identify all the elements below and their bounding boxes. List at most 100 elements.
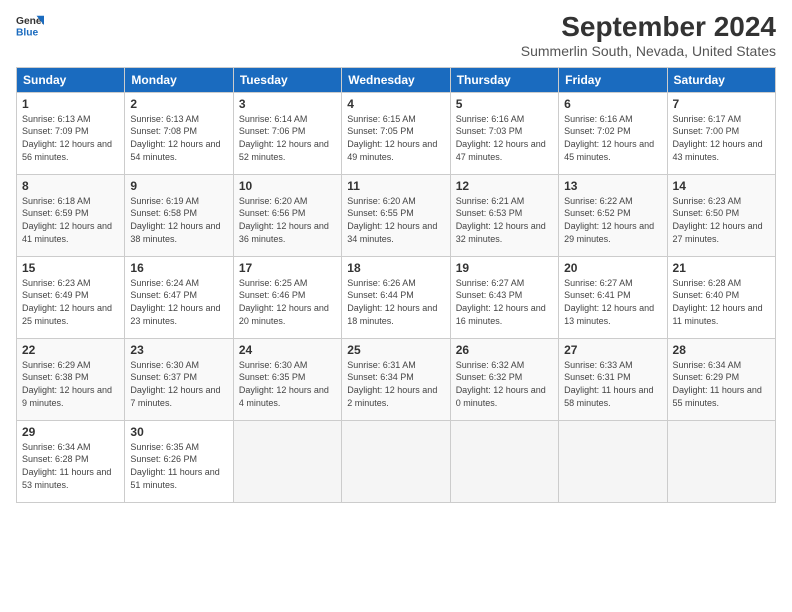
calendar-cell: 3 Sunrise: 6:14 AMSunset: 7:06 PMDaylight…	[233, 92, 341, 174]
day-info: Sunrise: 6:14 AMSunset: 7:06 PMDaylight:…	[239, 113, 336, 163]
day-info: Sunrise: 6:30 AMSunset: 6:37 PMDaylight:…	[130, 359, 227, 409]
day-info: Sunrise: 6:35 AMSunset: 6:26 PMDaylight:…	[130, 441, 227, 491]
day-info: Sunrise: 6:27 AMSunset: 6:41 PMDaylight:…	[564, 277, 661, 327]
header: General Blue September 2024 Summerlin So…	[16, 12, 776, 59]
day-info: Sunrise: 6:21 AMSunset: 6:53 PMDaylight:…	[456, 195, 553, 245]
day-number: 27	[564, 343, 661, 357]
week-row-3: 15 Sunrise: 6:23 AMSunset: 6:49 PMDayligh…	[17, 256, 776, 338]
calendar-cell: 8 Sunrise: 6:18 AMSunset: 6:59 PMDaylight…	[17, 174, 125, 256]
calendar-cell: 20 Sunrise: 6:27 AMSunset: 6:41 PMDayligh…	[559, 256, 667, 338]
calendar-cell: 7 Sunrise: 6:17 AMSunset: 7:00 PMDaylight…	[667, 92, 775, 174]
day-number: 21	[673, 261, 770, 275]
day-info: Sunrise: 6:19 AMSunset: 6:58 PMDaylight:…	[130, 195, 227, 245]
day-info: Sunrise: 6:13 AMSunset: 7:08 PMDaylight:…	[130, 113, 227, 163]
calendar-table: SundayMondayTuesdayWednesdayThursdayFrid…	[16, 67, 776, 503]
column-header-saturday: Saturday	[667, 67, 775, 92]
day-number: 26	[456, 343, 553, 357]
calendar-cell: 21 Sunrise: 6:28 AMSunset: 6:40 PMDayligh…	[667, 256, 775, 338]
calendar-cell	[559, 420, 667, 502]
day-number: 28	[673, 343, 770, 357]
calendar-cell: 22 Sunrise: 6:29 AMSunset: 6:38 PMDayligh…	[17, 338, 125, 420]
day-info: Sunrise: 6:34 AMSunset: 6:28 PMDaylight:…	[22, 441, 119, 491]
day-info: Sunrise: 6:17 AMSunset: 7:00 PMDaylight:…	[673, 113, 770, 163]
calendar-cell: 26 Sunrise: 6:32 AMSunset: 6:32 PMDayligh…	[450, 338, 558, 420]
column-header-friday: Friday	[559, 67, 667, 92]
day-info: Sunrise: 6:29 AMSunset: 6:38 PMDaylight:…	[22, 359, 119, 409]
day-info: Sunrise: 6:20 AMSunset: 6:55 PMDaylight:…	[347, 195, 444, 245]
logo: General Blue	[16, 12, 44, 40]
calendar-cell	[233, 420, 341, 502]
day-number: 7	[673, 97, 770, 111]
day-number: 20	[564, 261, 661, 275]
day-info: Sunrise: 6:16 AMSunset: 7:02 PMDaylight:…	[564, 113, 661, 163]
calendar-cell: 6 Sunrise: 6:16 AMSunset: 7:02 PMDaylight…	[559, 92, 667, 174]
calendar-cell: 18 Sunrise: 6:26 AMSunset: 6:44 PMDayligh…	[342, 256, 450, 338]
calendar-cell: 25 Sunrise: 6:31 AMSunset: 6:34 PMDayligh…	[342, 338, 450, 420]
day-number: 19	[456, 261, 553, 275]
day-number: 18	[347, 261, 444, 275]
day-info: Sunrise: 6:23 AMSunset: 6:50 PMDaylight:…	[673, 195, 770, 245]
svg-text:Blue: Blue	[16, 27, 39, 38]
calendar-cell: 10Sunrise: 6:20 AMSunset: 6:56 PMDayligh…	[233, 174, 341, 256]
day-number: 25	[347, 343, 444, 357]
week-row-1: 1 Sunrise: 6:13 AMSunset: 7:09 PMDaylight…	[17, 92, 776, 174]
calendar-cell: 27Sunrise: 6:33 AMSunset: 6:31 PMDayligh…	[559, 338, 667, 420]
calendar-cell	[667, 420, 775, 502]
day-number: 9	[130, 179, 227, 193]
calendar-cell: 4Sunrise: 6:15 AMSunset: 7:05 PMDaylight…	[342, 92, 450, 174]
calendar-cell: 23 Sunrise: 6:30 AMSunset: 6:37 PMDayligh…	[125, 338, 233, 420]
day-number: 30	[130, 425, 227, 439]
calendar-cell: 14Sunrise: 6:23 AMSunset: 6:50 PMDayligh…	[667, 174, 775, 256]
day-number: 24	[239, 343, 336, 357]
day-info: Sunrise: 6:22 AMSunset: 6:52 PMDaylight:…	[564, 195, 661, 245]
day-info: Sunrise: 6:18 AMSunset: 6:59 PMDaylight:…	[22, 195, 119, 245]
day-info: Sunrise: 6:13 AMSunset: 7:09 PMDaylight:…	[22, 113, 119, 163]
day-info: Sunrise: 6:30 AMSunset: 6:35 PMDaylight:…	[239, 359, 336, 409]
calendar-cell: 12 Sunrise: 6:21 AMSunset: 6:53 PMDayligh…	[450, 174, 558, 256]
week-row-5: 29 Sunrise: 6:34 AMSunset: 6:28 PMDayligh…	[17, 420, 776, 502]
calendar-cell: 28Sunrise: 6:34 AMSunset: 6:29 PMDayligh…	[667, 338, 775, 420]
day-info: Sunrise: 6:32 AMSunset: 6:32 PMDaylight:…	[456, 359, 553, 409]
day-info: Sunrise: 6:25 AMSunset: 6:46 PMDaylight:…	[239, 277, 336, 327]
page: General Blue September 2024 Summerlin So…	[0, 0, 792, 612]
month-title: September 2024	[521, 12, 776, 43]
header-row: SundayMondayTuesdayWednesdayThursdayFrid…	[17, 67, 776, 92]
calendar-cell: 9 Sunrise: 6:19 AMSunset: 6:58 PMDaylight…	[125, 174, 233, 256]
calendar-cell: 2 Sunrise: 6:13 AMSunset: 7:08 PMDaylight…	[125, 92, 233, 174]
day-number: 16	[130, 261, 227, 275]
day-number: 11	[347, 179, 444, 193]
location-subtitle: Summerlin South, Nevada, United States	[521, 43, 776, 59]
day-info: Sunrise: 6:15 AMSunset: 7:05 PMDaylight:…	[347, 113, 444, 163]
day-number: 29	[22, 425, 119, 439]
day-number: 12	[456, 179, 553, 193]
day-number: 8	[22, 179, 119, 193]
day-number: 5	[456, 97, 553, 111]
day-number: 17	[239, 261, 336, 275]
day-info: Sunrise: 6:27 AMSunset: 6:43 PMDaylight:…	[456, 277, 553, 327]
column-header-wednesday: Wednesday	[342, 67, 450, 92]
day-info: Sunrise: 6:26 AMSunset: 6:44 PMDaylight:…	[347, 277, 444, 327]
day-number: 22	[22, 343, 119, 357]
calendar-cell: 16 Sunrise: 6:24 AMSunset: 6:47 PMDayligh…	[125, 256, 233, 338]
day-number: 15	[22, 261, 119, 275]
day-info: Sunrise: 6:31 AMSunset: 6:34 PMDaylight:…	[347, 359, 444, 409]
calendar-cell: 30 Sunrise: 6:35 AMSunset: 6:26 PMDayligh…	[125, 420, 233, 502]
day-number: 1	[22, 97, 119, 111]
title-block: September 2024 Summerlin South, Nevada, …	[521, 12, 776, 59]
day-number: 13	[564, 179, 661, 193]
column-header-monday: Monday	[125, 67, 233, 92]
day-number: 23	[130, 343, 227, 357]
day-number: 2	[130, 97, 227, 111]
day-number: 3	[239, 97, 336, 111]
calendar-cell: 13 Sunrise: 6:22 AMSunset: 6:52 PMDayligh…	[559, 174, 667, 256]
calendar-cell	[342, 420, 450, 502]
calendar-cell: 1 Sunrise: 6:13 AMSunset: 7:09 PMDaylight…	[17, 92, 125, 174]
day-number: 10	[239, 179, 336, 193]
day-info: Sunrise: 6:24 AMSunset: 6:47 PMDaylight:…	[130, 277, 227, 327]
day-info: Sunrise: 6:23 AMSunset: 6:49 PMDaylight:…	[22, 277, 119, 327]
day-number: 6	[564, 97, 661, 111]
week-row-4: 22 Sunrise: 6:29 AMSunset: 6:38 PMDayligh…	[17, 338, 776, 420]
column-header-sunday: Sunday	[17, 67, 125, 92]
logo-icon: General Blue	[16, 12, 44, 40]
day-info: Sunrise: 6:28 AMSunset: 6:40 PMDaylight:…	[673, 277, 770, 327]
